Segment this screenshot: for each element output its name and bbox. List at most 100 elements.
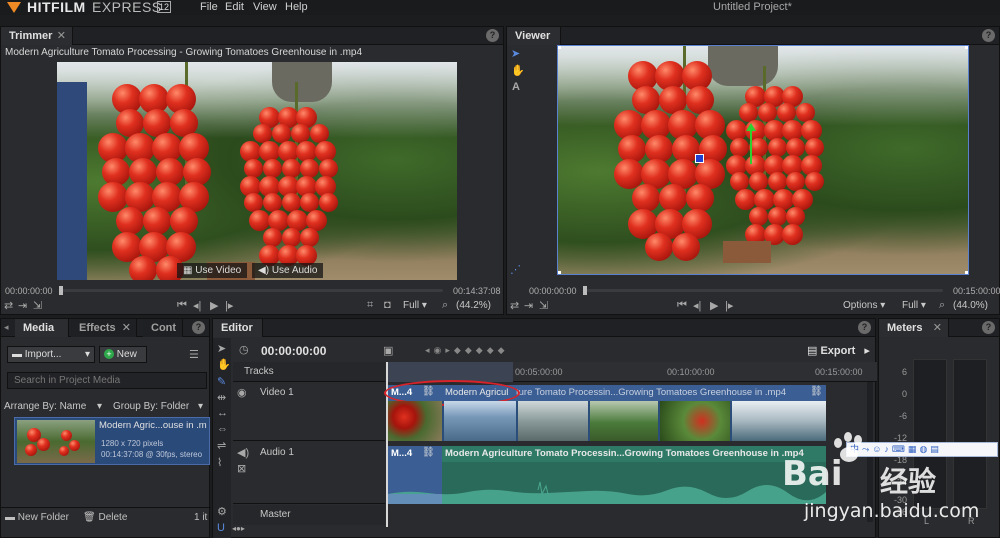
select-tool-icon[interactable]: ➤: [217, 342, 226, 355]
tab-viewer[interactable]: Viewer: [507, 27, 561, 45]
keyframe-icon[interactable]: ◆: [454, 345, 465, 355]
select-tool-icon[interactable]: ➤: [511, 47, 520, 60]
insert-icon[interactable]: ⇲: [33, 299, 42, 312]
panel-arrow-icon[interactable]: ◂: [4, 322, 9, 333]
hand-tool-icon[interactable]: ✋: [217, 358, 231, 371]
step-back-icon[interactable]: ◂|: [193, 299, 201, 312]
insert-icon[interactable]: ⇲: [539, 299, 548, 312]
new-button[interactable]: + New: [99, 346, 147, 363]
trimmer-scrub-bar[interactable]: [59, 289, 443, 292]
step-back-icon[interactable]: ◂|: [693, 299, 701, 312]
corner-handle[interactable]: [558, 46, 561, 49]
menu-help[interactable]: Help: [285, 1, 308, 13]
slide-tool-icon[interactable]: ↔: [217, 407, 228, 419]
menu-file[interactable]: File: [200, 1, 218, 13]
tab-media[interactable]: Media: [15, 319, 69, 337]
zoom-handle-icon[interactable]: ◂●▸: [232, 524, 245, 533]
tab-effects[interactable]: Effects ✕: [71, 319, 137, 337]
trimmer-playhead[interactable]: [59, 286, 63, 295]
snap-magnet-icon[interactable]: U: [217, 522, 225, 534]
help-icon[interactable]: ?: [192, 321, 205, 334]
corner-handle[interactable]: [965, 46, 968, 49]
media-search-input[interactable]: Search in Project Media: [7, 372, 207, 389]
tab-editor[interactable]: Editor: [213, 319, 263, 337]
slip-tool-icon[interactable]: ⇹: [217, 391, 226, 404]
viewer-options-select[interactable]: Options ▾: [843, 300, 885, 311]
close-icon[interactable]: ✕: [57, 27, 66, 45]
viewer-video-frame[interactable]: [557, 45, 969, 275]
video-clip[interactable]: M...4 ⛓ Modern Agricul ture Tomato Proce…: [384, 380, 826, 441]
video-track-header[interactable]: ◉ Video 1: [233, 383, 385, 441]
menu-edit[interactable]: Edit: [225, 1, 244, 13]
menu-view[interactable]: View: [253, 1, 277, 13]
help-icon[interactable]: ?: [982, 29, 995, 42]
skip-start-icon[interactable]: ⏮: [177, 299, 187, 312]
arrange-by-select[interactable]: Arrange By: Name ▾: [4, 401, 102, 412]
add-track-icon[interactable]: ▣: [383, 344, 393, 357]
keyframe-icon[interactable]: ◆: [498, 345, 509, 355]
viewer-playhead[interactable]: [583, 286, 587, 295]
tab-trimmer[interactable]: Trimmer ✕: [1, 27, 73, 45]
import-button[interactable]: ▬ Import... ▾: [7, 346, 95, 363]
snap-icon[interactable]: ⋰: [510, 263, 521, 276]
audio-clip[interactable]: M...4 ⛓ Modern Agriculture Tomato Proces…: [388, 446, 826, 504]
use-video-button[interactable]: ▦ Use Video: [177, 263, 248, 278]
link-tool-icon[interactable]: ⌇: [217, 456, 222, 469]
help-icon[interactable]: ?: [486, 29, 499, 42]
keyframe-icon[interactable]: ◆: [487, 345, 498, 355]
zoom-icon[interactable]: ⌕: [442, 299, 448, 312]
hand-tool-icon[interactable]: ✋: [511, 64, 525, 77]
editor-timecode[interactable]: 00:00:00:00: [261, 344, 326, 358]
keyframe-icon[interactable]: ◆: [476, 345, 487, 355]
eye-icon[interactable]: ◉: [237, 386, 247, 399]
help-icon[interactable]: ?: [982, 321, 995, 334]
settings-icon[interactable]: ⚙: [217, 505, 227, 518]
close-icon[interactable]: ✕: [122, 319, 131, 337]
tab-controls[interactable]: Cont: [143, 319, 183, 337]
loop-icon[interactable]: ⇄: [510, 299, 519, 312]
media-item[interactable]: Modern Agric...ouse in .m 1280 x 720 pix…: [14, 417, 210, 465]
anchor-point-handle[interactable]: [695, 154, 704, 163]
keyframe-icon[interactable]: ◆: [465, 345, 476, 355]
new-folder-button[interactable]: ▬ New Folder: [5, 512, 69, 523]
ripple-tool-icon[interactable]: ⇌: [217, 439, 226, 452]
tab-meters[interactable]: Meters ✕: [879, 319, 949, 337]
export-button[interactable]: ▤ Export ▸: [807, 344, 870, 357]
step-forward-icon[interactable]: |▸: [225, 299, 233, 312]
trimmer-video-frame[interactable]: ▦ Use Video ◀) Use Audio: [57, 62, 457, 280]
in-out-icon[interactable]: ⇥: [524, 299, 533, 312]
grid-icon[interactable]: ⌗: [367, 299, 373, 312]
loop-icon[interactable]: ⇄: [4, 299, 13, 312]
timeline-ruler[interactable]: 00:05:00:00 00:10:00:00 00:15:00:00: [387, 362, 877, 382]
camera-icon[interactable]: ◘: [384, 299, 391, 311]
audio-track-header[interactable]: ◀) ⊠ Audio 1: [233, 442, 385, 504]
list-view-icon[interactable]: ☰: [189, 348, 199, 361]
viewer-scrub-bar[interactable]: [583, 289, 943, 292]
step-forward-icon[interactable]: |▸: [725, 299, 733, 312]
help-icon[interactable]: ?: [858, 321, 871, 334]
waveform-icon[interactable]: ⊠: [237, 462, 246, 475]
play-icon[interactable]: ▶: [210, 299, 218, 312]
text-tool-icon[interactable]: A: [512, 81, 520, 93]
skip-start-icon[interactable]: ⏮: [677, 299, 687, 312]
zoom-icon[interactable]: ⌕: [939, 299, 945, 312]
trimmer-zoom[interactable]: (44.2%): [456, 300, 491, 311]
trimmer-quality-select[interactable]: Full ▾: [403, 300, 427, 311]
viewer-quality-select[interactable]: Full ▾: [902, 300, 926, 311]
viewer-zoom[interactable]: (44.0%): [953, 300, 988, 311]
corner-handle[interactable]: [558, 271, 561, 274]
delete-button[interactable]: 🗑 Delete: [83, 512, 127, 523]
y-axis-arrow[interactable]: [750, 130, 752, 164]
use-audio-button[interactable]: ◀) Use Audio: [252, 263, 324, 278]
speaker-icon[interactable]: ◀): [237, 446, 249, 459]
group-by-select[interactable]: Group By: Folder ▾: [113, 401, 203, 412]
razor-tool-icon[interactable]: ✎: [217, 375, 226, 388]
next-marker-icon[interactable]: ▸: [445, 345, 454, 355]
roll-tool-icon[interactable]: ⇔: [217, 423, 228, 435]
play-icon[interactable]: ▶: [710, 299, 718, 312]
prev-marker-icon[interactable]: ◂: [425, 345, 434, 355]
corner-handle[interactable]: [965, 271, 968, 274]
marker-icon[interactable]: ◉: [434, 345, 446, 355]
in-out-icon[interactable]: ⇥: [18, 299, 27, 312]
close-icon[interactable]: ✕: [933, 319, 942, 337]
